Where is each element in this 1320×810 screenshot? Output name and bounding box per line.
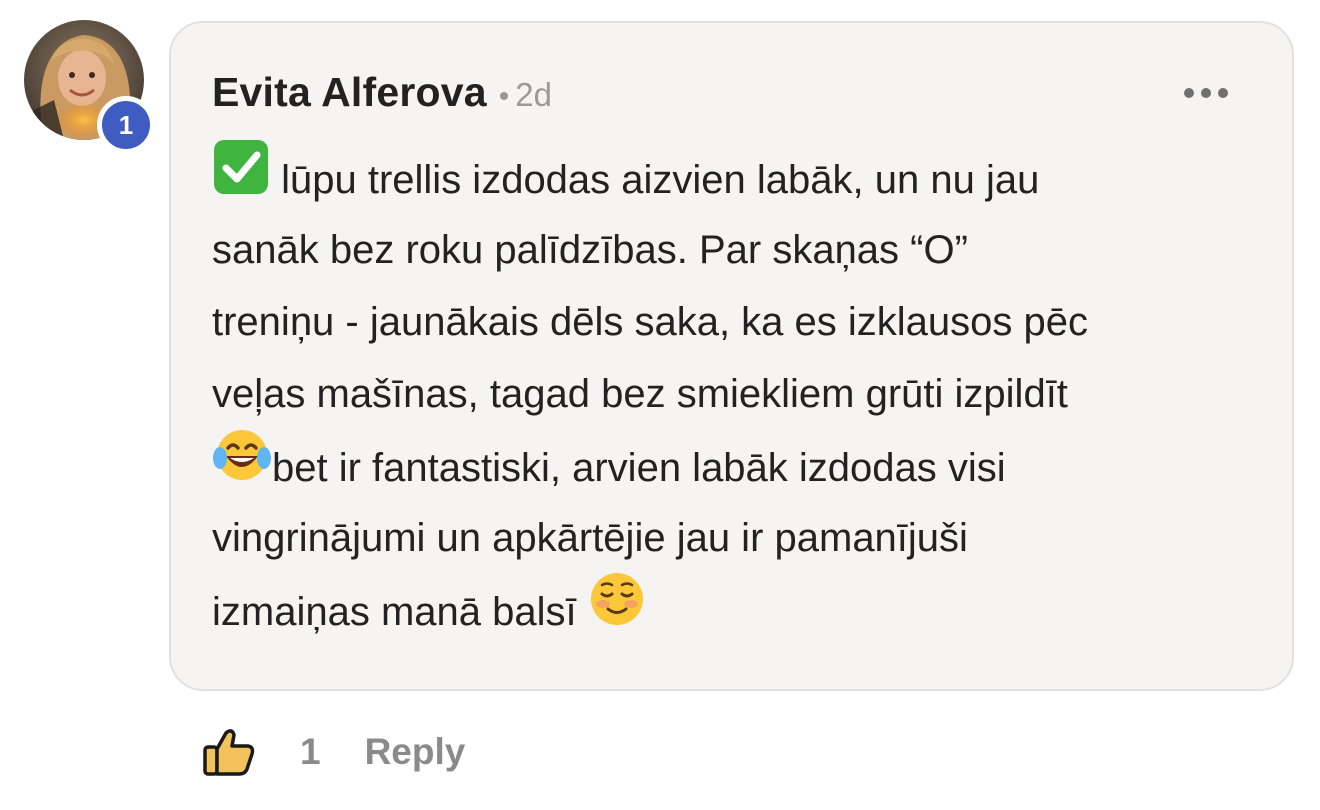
comment-line: vingrinājumi un apkārtējie jau ir pamanī… [212, 516, 968, 560]
thumbs-up-icon[interactable] [202, 725, 256, 779]
comment-body: lūpu trellis izdodas aizvien labāk, un n… [212, 140, 1272, 646]
comment-line: izmaiņas manā balsī [212, 573, 1272, 646]
comment-line: veļas mašīnas, tagad bez smiekliem grūti… [212, 372, 1068, 416]
smiling-blush-emoji-icon [588, 570, 646, 651]
reply-button[interactable]: Reply [365, 731, 466, 773]
like-count[interactable]: 1 [300, 731, 321, 773]
comment-line: bet ir fantastiski, arvien labāk izdodas… [212, 430, 1272, 502]
comment-header: Evita Alferova • 2d [212, 69, 552, 116]
comment-line: lūpu trellis izdodas aizvien labāk, un n… [212, 140, 1272, 214]
avatar-badge: 1 [97, 96, 155, 154]
more-options-icon[interactable] [1184, 85, 1228, 101]
laughing-tears-emoji-icon [212, 426, 272, 507]
comment-line: sanāk bez roku palīdzības. Par skaņas “O… [212, 228, 968, 272]
separator-dot: • [498, 80, 510, 113]
comment-bubble: Evita Alferova • 2d lūpu trellis izdodas… [169, 21, 1294, 691]
author-name[interactable]: Evita Alferova [212, 69, 487, 116]
comment-actions: 1 Reply [202, 720, 465, 784]
comment-line: treniņu - jaunākais dēls saka, ka es izk… [212, 300, 1089, 344]
check-mark-emoji-icon [212, 138, 270, 219]
comment-timestamp[interactable]: 2d [515, 76, 552, 114]
